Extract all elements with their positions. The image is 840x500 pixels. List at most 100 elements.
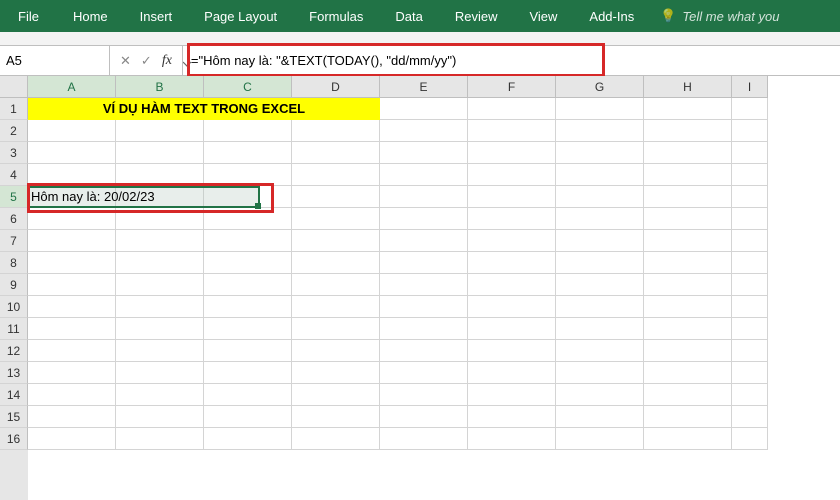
cell-g7[interactable] xyxy=(556,230,644,252)
row-head-1[interactable]: 1 xyxy=(0,98,28,120)
cell-e9[interactable] xyxy=(380,274,468,296)
tab-home[interactable]: Home xyxy=(57,0,124,32)
row-head-10[interactable]: 10 xyxy=(0,296,28,318)
cell-b14[interactable] xyxy=(116,384,204,406)
cell-a14[interactable] xyxy=(28,384,116,406)
cell-e14[interactable] xyxy=(380,384,468,406)
cell-b5[interactable] xyxy=(116,186,204,208)
cell-e3[interactable] xyxy=(380,142,468,164)
cell-c14[interactable] xyxy=(204,384,292,406)
cell-f13[interactable] xyxy=(468,362,556,384)
cell-d1[interactable] xyxy=(292,98,380,120)
cell-a2[interactable] xyxy=(28,120,116,142)
cell-h13[interactable] xyxy=(644,362,732,384)
cell-c2[interactable] xyxy=(204,120,292,142)
cell-i15[interactable] xyxy=(732,406,768,428)
cell-a12[interactable] xyxy=(28,340,116,362)
cell-f12[interactable] xyxy=(468,340,556,362)
cell-b13[interactable] xyxy=(116,362,204,384)
cell-e5[interactable] xyxy=(380,186,468,208)
cell-e15[interactable] xyxy=(380,406,468,428)
row-head-4[interactable]: 4 xyxy=(0,164,28,186)
cell-e10[interactable] xyxy=(380,296,468,318)
cell-i16[interactable] xyxy=(732,428,768,450)
tab-add-ins[interactable]: Add-Ins xyxy=(573,0,650,32)
fx-insert-function-icon[interactable]: fx xyxy=(162,53,172,69)
cell-e8[interactable] xyxy=(380,252,468,274)
cell-i3[interactable] xyxy=(732,142,768,164)
cell-f15[interactable] xyxy=(468,406,556,428)
formula-input[interactable] xyxy=(183,53,840,68)
cell-h8[interactable] xyxy=(644,252,732,274)
cell-g12[interactable] xyxy=(556,340,644,362)
cell-i2[interactable] xyxy=(732,120,768,142)
row-head-15[interactable]: 15 xyxy=(0,406,28,428)
cell-c6[interactable] xyxy=(204,208,292,230)
cell-h3[interactable] xyxy=(644,142,732,164)
cell-e2[interactable] xyxy=(380,120,468,142)
row-head-2[interactable]: 2 xyxy=(0,120,28,142)
cell-f6[interactable] xyxy=(468,208,556,230)
cell-e12[interactable] xyxy=(380,340,468,362)
col-head-h[interactable]: H xyxy=(644,76,732,98)
cell-g9[interactable] xyxy=(556,274,644,296)
cell-c11[interactable] xyxy=(204,318,292,340)
cell-g4[interactable] xyxy=(556,164,644,186)
row-head-3[interactable]: 3 xyxy=(0,142,28,164)
cell-i12[interactable] xyxy=(732,340,768,362)
cell-d5[interactable] xyxy=(292,186,380,208)
cell-a16[interactable] xyxy=(28,428,116,450)
cell-b4[interactable] xyxy=(116,164,204,186)
col-head-b[interactable]: B xyxy=(116,76,204,98)
cell-b7[interactable] xyxy=(116,230,204,252)
cell-f2[interactable] xyxy=(468,120,556,142)
cell-c8[interactable] xyxy=(204,252,292,274)
confirm-formula-icon[interactable]: ✓ xyxy=(141,53,152,69)
cell-d16[interactable] xyxy=(292,428,380,450)
row-head-9[interactable]: 9 xyxy=(0,274,28,296)
cell-b8[interactable] xyxy=(116,252,204,274)
cell-c4[interactable] xyxy=(204,164,292,186)
tab-review[interactable]: Review xyxy=(439,0,514,32)
cell-g15[interactable] xyxy=(556,406,644,428)
cell-g2[interactable] xyxy=(556,120,644,142)
cell-c10[interactable] xyxy=(204,296,292,318)
row-head-12[interactable]: 12 xyxy=(0,340,28,362)
cell-i14[interactable] xyxy=(732,384,768,406)
tab-formulas[interactable]: Formulas xyxy=(293,0,379,32)
cell-d14[interactable] xyxy=(292,384,380,406)
cell-e1[interactable] xyxy=(380,98,468,120)
cell-d2[interactable] xyxy=(292,120,380,142)
cell-c15[interactable] xyxy=(204,406,292,428)
cell-f14[interactable] xyxy=(468,384,556,406)
col-head-d[interactable]: D xyxy=(292,76,380,98)
cell-g5[interactable] xyxy=(556,186,644,208)
cell-d11[interactable] xyxy=(292,318,380,340)
cell-b1[interactable] xyxy=(116,98,204,120)
cell-h10[interactable] xyxy=(644,296,732,318)
cell-d10[interactable] xyxy=(292,296,380,318)
cell-i10[interactable] xyxy=(732,296,768,318)
cell-c12[interactable] xyxy=(204,340,292,362)
col-head-i[interactable]: I xyxy=(732,76,768,98)
cell-h4[interactable] xyxy=(644,164,732,186)
cell-b15[interactable] xyxy=(116,406,204,428)
cell-a11[interactable] xyxy=(28,318,116,340)
cell-a13[interactable] xyxy=(28,362,116,384)
cell-b12[interactable] xyxy=(116,340,204,362)
cell-b2[interactable] xyxy=(116,120,204,142)
cell-a15[interactable] xyxy=(28,406,116,428)
cell-c5[interactable] xyxy=(204,186,292,208)
cell-b10[interactable] xyxy=(116,296,204,318)
cell-a9[interactable] xyxy=(28,274,116,296)
cell-i9[interactable] xyxy=(732,274,768,296)
cell-b3[interactable] xyxy=(116,142,204,164)
cell-h12[interactable] xyxy=(644,340,732,362)
cell-e7[interactable] xyxy=(380,230,468,252)
cell-c16[interactable] xyxy=(204,428,292,450)
row-head-13[interactable]: 13 xyxy=(0,362,28,384)
col-head-e[interactable]: E xyxy=(380,76,468,98)
cell-i8[interactable] xyxy=(732,252,768,274)
tab-insert[interactable]: Insert xyxy=(124,0,189,32)
cancel-formula-icon[interactable]: ✕ xyxy=(120,53,131,69)
